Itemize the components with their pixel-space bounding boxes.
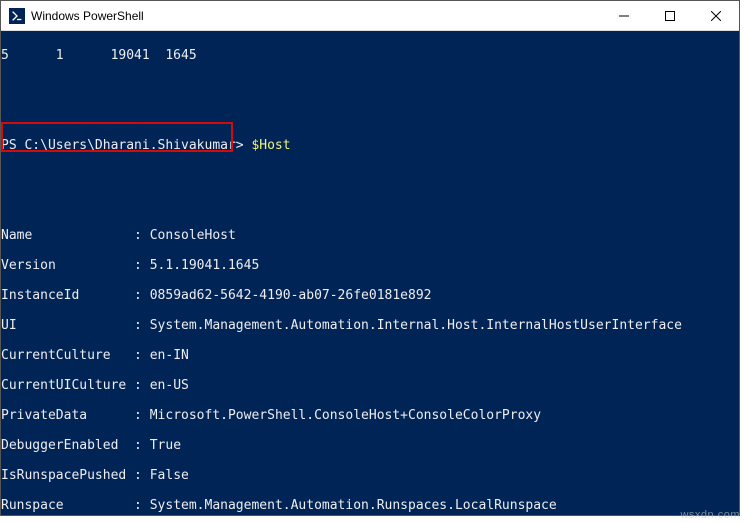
prompt-line: PS C:\Users\Dharani.Shivakumar> $Host xyxy=(1,138,739,153)
output-row-runspace: Runspace : System.Management.Automation.… xyxy=(1,498,739,513)
minimize-button[interactable] xyxy=(601,1,647,30)
powershell-window: Windows PowerShell 5 1 19041 1645 PS C:\… xyxy=(0,0,740,516)
window-title: Windows PowerShell xyxy=(31,9,601,23)
close-button[interactable] xyxy=(693,1,739,30)
blank-line xyxy=(1,78,739,93)
output-row-name: Name : ConsoleHost xyxy=(1,228,739,243)
output-row-currentculture: CurrentCulture : en-IN xyxy=(1,348,739,363)
output-row-privatedata: PrivateData : Microsoft.PowerShell.Conso… xyxy=(1,408,739,423)
output-row-currentuiculture: CurrentUICulture : en-US xyxy=(1,378,739,393)
terminal-output-area[interactable]: 5 1 19041 1645 PS C:\Users\Dharani.Shiva… xyxy=(1,31,739,515)
output-row-instanceid: InstanceId : 0859ad62-5642-4190-ab07-26f… xyxy=(1,288,739,303)
command-text: $Host xyxy=(251,138,290,153)
prompt-path: PS C:\Users\Dharani.Shivakumar> xyxy=(1,138,251,153)
window-controls xyxy=(601,1,739,30)
blank-line xyxy=(1,108,739,123)
blank-line xyxy=(1,168,739,183)
blank-line xyxy=(1,198,739,213)
output-line: 5 1 19041 1645 xyxy=(1,48,739,63)
output-row-debuggerenabled: DebuggerEnabled : True xyxy=(1,438,739,453)
output-row-isrunspacepushed: IsRunspacePushed : False xyxy=(1,468,739,483)
powershell-icon xyxy=(9,8,25,24)
title-bar[interactable]: Windows PowerShell xyxy=(1,1,739,31)
output-row-version: Version : 5.1.19041.1645 xyxy=(1,258,739,273)
watermark-text: wsxdn.com xyxy=(680,509,740,521)
output-row-ui: UI : System.Management.Automation.Intern… xyxy=(1,318,739,333)
maximize-button[interactable] xyxy=(647,1,693,30)
